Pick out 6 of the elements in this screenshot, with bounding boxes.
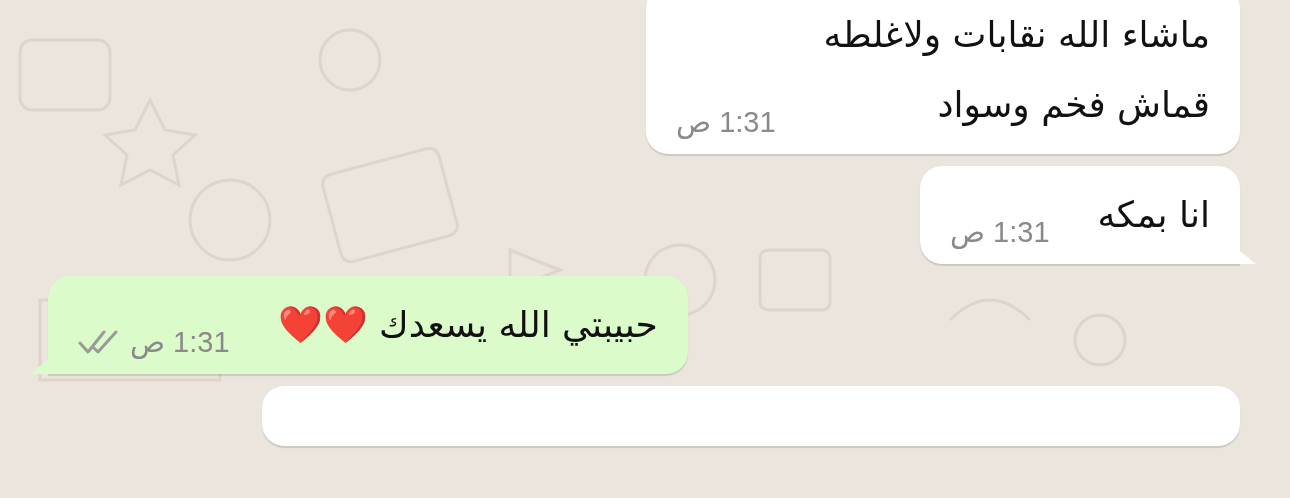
message-text: ماشاء الله نقابات ولاغلطه قماش فخم وسواد xyxy=(823,13,1210,128)
message-time: 1:31 ص xyxy=(676,104,776,141)
message-time: 1:31 ص xyxy=(950,214,1050,251)
message-time: 1:31 ص xyxy=(130,324,230,361)
message-text: حبيبتي الله يسعدك ❤❤ xyxy=(277,303,658,348)
message-text: انا بمكه xyxy=(1097,193,1210,237)
